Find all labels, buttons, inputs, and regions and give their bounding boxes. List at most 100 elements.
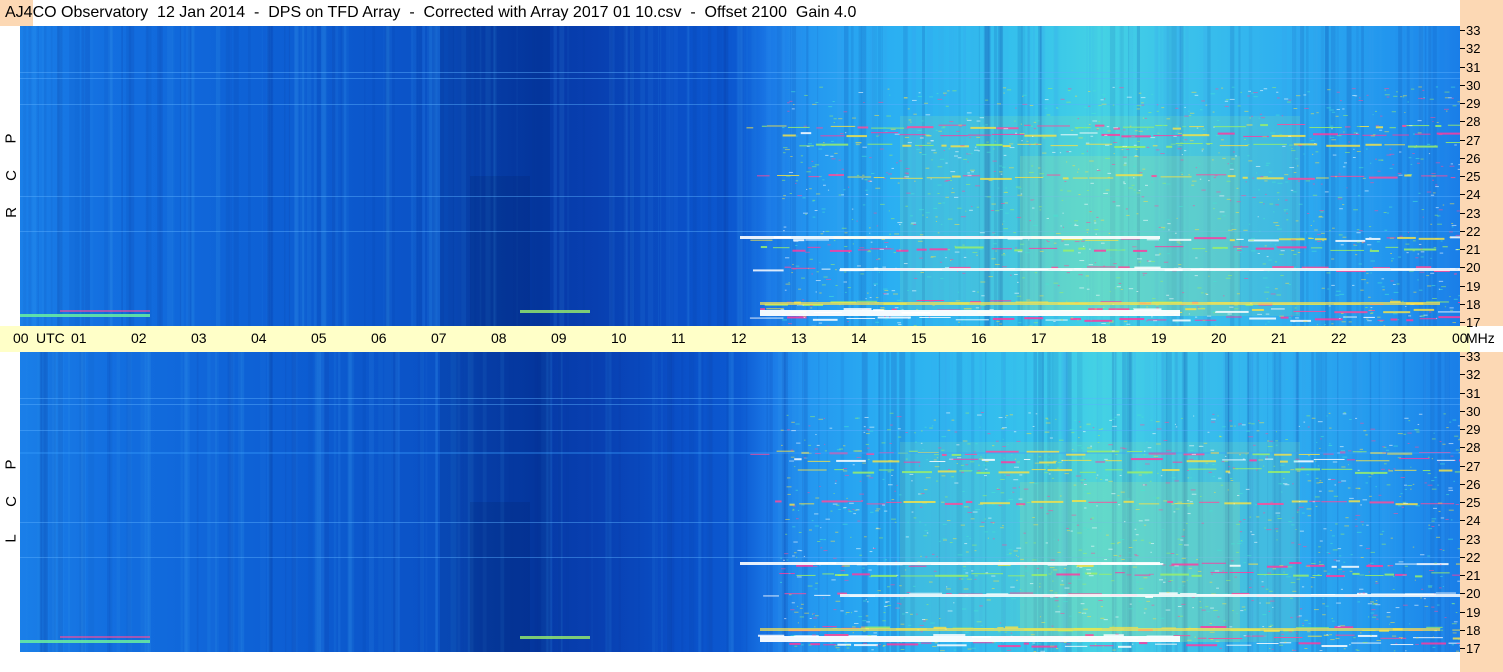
polarization-letter: P xyxy=(2,132,20,144)
frequency-label: 33 xyxy=(1466,23,1481,38)
time-axis-label: 20 xyxy=(1211,330,1227,346)
frequency-label: 24 xyxy=(1466,187,1481,203)
frequency-tick xyxy=(1460,30,1465,31)
frequency-label: 27 xyxy=(1466,458,1481,474)
time-axis: 00 UTC 01 02 03 04 05 06 07 08 09 10 11 12 13 14 15 16 17 1… xyxy=(0,326,1495,352)
frequency-label: 21 xyxy=(1466,242,1481,257)
frequency-label: 26 xyxy=(1466,476,1481,492)
time-axis-label: 01 xyxy=(71,330,87,346)
frequency-tick xyxy=(1460,374,1465,376)
polarization-letter: C xyxy=(2,169,20,181)
frequency-tick xyxy=(1460,648,1465,649)
frequency-label: 28 xyxy=(1466,114,1481,130)
time-axis-label: 03 xyxy=(191,330,207,346)
lcp-spectrogram xyxy=(20,352,1460,652)
frequency-tick xyxy=(1460,356,1465,357)
time-axis-label: 13 xyxy=(791,330,807,346)
frequency-label: 17 xyxy=(1466,315,1481,330)
frequency-label: 26 xyxy=(1466,150,1481,166)
frequency-tick xyxy=(1460,520,1465,522)
frequency-tick xyxy=(1460,103,1465,104)
time-axis-label: 07 xyxy=(431,330,447,346)
rcp-spectrogram xyxy=(20,26,1460,326)
lcp-polarization-label: P C L xyxy=(2,436,20,566)
frequency-tick xyxy=(1460,48,1465,50)
frequency-label: 29 xyxy=(1466,96,1481,111)
frequency-label: 24 xyxy=(1466,513,1481,529)
frequency-tick xyxy=(1460,575,1465,576)
time-axis-label: 08 xyxy=(491,330,507,346)
time-axis-label: 05 xyxy=(311,330,327,346)
frequency-tick xyxy=(1460,121,1465,123)
polarization-letter: R xyxy=(2,206,20,218)
frequency-label: 21 xyxy=(1466,568,1481,583)
frequency-label: 27 xyxy=(1466,132,1481,148)
frequency-tick xyxy=(1460,249,1465,250)
time-axis-label: 09 xyxy=(551,330,567,346)
frequency-label: 20 xyxy=(1466,586,1481,602)
frequency-tick xyxy=(1460,212,1465,214)
time-axis-label: 22 xyxy=(1331,330,1347,346)
time-axis-label: 21 xyxy=(1271,330,1287,346)
time-axis-label: 11 xyxy=(671,330,686,346)
frequency-label: 18 xyxy=(1466,622,1481,638)
frequency-label: 32 xyxy=(1466,41,1481,57)
frequency-label: 23 xyxy=(1466,531,1481,547)
frequency-tick xyxy=(1460,176,1465,177)
frequency-tick xyxy=(1460,285,1465,287)
time-axis-label: 12 xyxy=(731,330,747,346)
frequency-label: 20 xyxy=(1466,260,1481,276)
time-axis-label: 00 xyxy=(13,330,29,346)
time-axis-label: 17 xyxy=(1031,330,1047,346)
frequency-label: 19 xyxy=(1466,278,1481,294)
frequency-tick xyxy=(1460,84,1465,86)
frequency-tick xyxy=(1460,267,1465,269)
frequency-label: 30 xyxy=(1466,403,1481,419)
frequency-tick xyxy=(1460,322,1465,323)
frequency-tick xyxy=(1460,465,1465,467)
frequency-tick xyxy=(1460,194,1465,196)
time-axis-label: 19 xyxy=(1151,330,1167,346)
time-axis-label: 14 xyxy=(851,330,867,346)
frequency-label: 19 xyxy=(1466,604,1481,620)
spectrogram-image xyxy=(20,352,1460,652)
frequency-tick xyxy=(1460,611,1465,613)
time-axis-label: 06 xyxy=(371,330,387,346)
time-axis-label: 02 xyxy=(131,330,147,346)
frequency-label: 33 xyxy=(1466,349,1481,364)
frequency-tick xyxy=(1460,538,1465,540)
time-axis-label: 10 xyxy=(611,330,627,346)
page-title: AJ4CO Observatory 12 Jan 2014 - DPS on T… xyxy=(5,4,857,21)
time-axis-label: 15 xyxy=(911,330,927,346)
frequency-label: 31 xyxy=(1466,59,1481,75)
rcp-polarization-label: P C R xyxy=(2,110,20,240)
frequency-tick xyxy=(1460,593,1465,595)
frequency-label: 32 xyxy=(1466,367,1481,383)
frequency-label: 25 xyxy=(1466,495,1481,510)
frequency-tick xyxy=(1460,139,1465,141)
polarization-letter: L xyxy=(2,533,20,543)
frequency-label: 17 xyxy=(1466,641,1481,656)
polarization-letter: C xyxy=(2,495,20,507)
time-axis-label: 18 xyxy=(1091,330,1107,346)
frequency-tick xyxy=(1460,303,1465,305)
frequency-tick xyxy=(1460,447,1465,449)
time-axis-label: MHz xyxy=(1466,330,1495,346)
time-axis-label: UTC xyxy=(36,330,65,346)
frequency-label: 25 xyxy=(1466,169,1481,184)
time-axis-label: 16 xyxy=(971,330,987,346)
frequency-label: 30 xyxy=(1466,77,1481,93)
frequency-label: 18 xyxy=(1466,296,1481,312)
polarization-letter: P xyxy=(2,458,20,470)
time-axis-label: 23 xyxy=(1391,330,1407,346)
frequency-tick xyxy=(1460,230,1465,232)
frequency-tick xyxy=(1460,66,1465,68)
frequency-tick xyxy=(1460,502,1465,503)
frequency-label: 31 xyxy=(1466,385,1481,401)
frequency-tick xyxy=(1460,629,1465,631)
frequency-tick xyxy=(1460,429,1465,430)
frequency-tick xyxy=(1460,556,1465,558)
frequency-tick xyxy=(1460,410,1465,412)
frequency-tick xyxy=(1460,157,1465,159)
frequency-label: 22 xyxy=(1466,549,1481,565)
